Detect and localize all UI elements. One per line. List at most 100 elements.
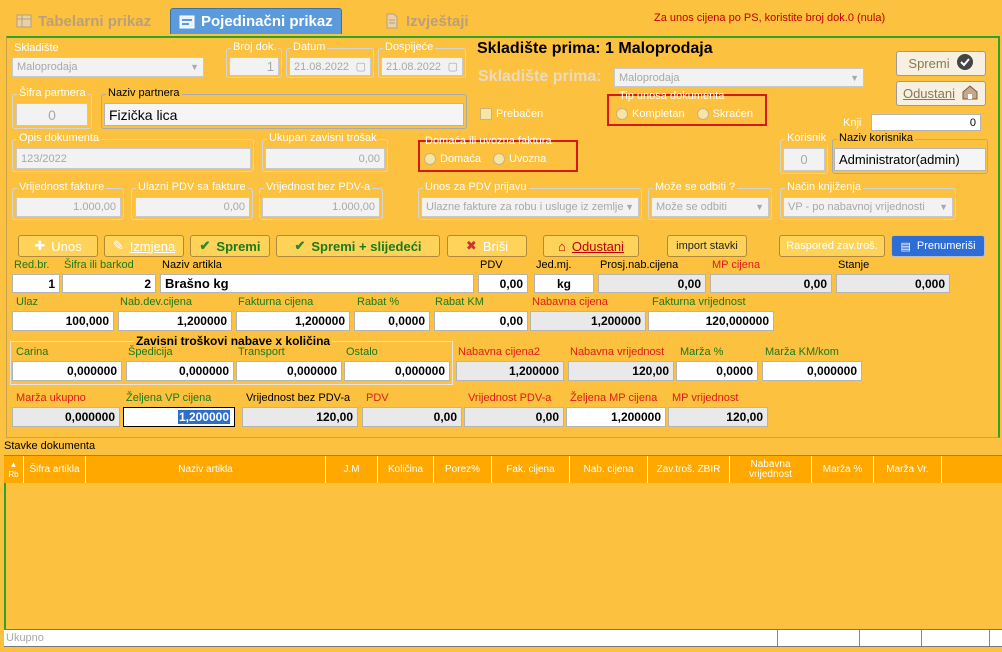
tab-pojedinacni-prikaz[interactable]: Pojedinačni prikaz [170, 8, 342, 34]
fakt-vr-field[interactable]: 120,000000 [648, 311, 774, 331]
marza-km-field[interactable]: 0,000000 [762, 361, 862, 381]
col-sifra[interactable]: Šifra artikla [24, 456, 86, 483]
sifra-field[interactable]: 2 [62, 274, 156, 293]
korisnik-field[interactable]: 0 [783, 148, 825, 171]
table-icon [16, 13, 32, 29]
grid-body[interactable] [4, 483, 1002, 629]
grid-header: ▲ Rb Šifra artikla Naziv artikla J.M Koli… [4, 455, 1002, 483]
house-icon: ⌂ [558, 238, 566, 254]
ps-notice: Za unos cijena po PS, koristite broj dok… [654, 12, 886, 24]
raspored-button[interactable]: Raspored zav.troš. [779, 235, 885, 257]
col-marza-pct[interactable]: Marža % [812, 456, 874, 483]
domaca-radio[interactable]: Domaća [424, 153, 481, 165]
rabat-km-label: Rabat KM [435, 296, 484, 308]
mp-cijena-label: MP cijena [712, 259, 761, 271]
col-kolicina[interactable]: Količina [378, 456, 434, 483]
spedicija-field[interactable]: 0,000000 [126, 361, 234, 381]
knji-field[interactable]: 0 [871, 114, 981, 131]
pdv2-label: PDV [366, 392, 389, 404]
import-stavki-button[interactable]: import stavki [667, 235, 747, 257]
col-zav-tros[interactable]: Zav.troš. ZBIR [648, 456, 730, 483]
carina-field[interactable]: 0,000000 [12, 361, 122, 381]
header-save-button[interactable]: Spremi [896, 51, 986, 76]
tab-tabelarni-prikaz[interactable]: Tabelarni prikaz [8, 8, 159, 34]
rabat-pct-field[interactable]: 0,0000 [354, 311, 430, 331]
col-fak-cijena[interactable]: Fak. cijena [492, 456, 570, 483]
marza-km-label: Marža KM/kom [765, 346, 839, 358]
transport-field[interactable]: 0,000000 [236, 361, 342, 381]
unos-pdv-select[interactable]: Ulazne fakture za robu i usluge iz zemlj… [421, 197, 639, 217]
naziv-korisnika-field[interactable]: Administrator(admin) [834, 148, 986, 171]
naziv-partnera-field[interactable]: Fizička lica [104, 103, 464, 126]
brisi-button[interactable]: ✖ Briši [447, 235, 527, 257]
sort-indicator-icon[interactable]: ▲ Rb [4, 456, 24, 483]
kompletan-radio[interactable]: Kompletan [616, 108, 685, 120]
form-icon [179, 14, 195, 30]
pdv-field[interactable]: 0,00 [478, 274, 528, 293]
totals-label: Ukupno [4, 630, 778, 646]
jm-field[interactable]: kg [534, 274, 594, 293]
nab-dev-field[interactable]: 1,200000 [118, 311, 232, 331]
prebacen-checkbox[interactable]: Prebačen [480, 108, 543, 120]
odustani-button[interactable]: ⌂ Odustani [543, 235, 639, 257]
document-icon [384, 13, 400, 29]
ukupan-field[interactable]: 0,00 [265, 148, 385, 169]
zelj-mp-label: Željena MP cijena [570, 392, 658, 404]
dospijece-field[interactable]: 21.08.2022 ▢ [381, 57, 463, 76]
tip-unosa-radios: Kompletan Skraćen [616, 108, 753, 120]
nab-vr-label: Nabavna vrijednost [570, 346, 665, 358]
moze-select[interactable]: Može se odbiti ▼ [651, 197, 769, 217]
rabat-pct-label: Rabat % [357, 296, 400, 308]
izmjena-button[interactable]: ✎ Izmjena [104, 235, 184, 257]
col-nab-cijena[interactable]: Nab. cijena [570, 456, 648, 483]
sklad-prima-select[interactable]: Maloprodaja ▼ [614, 68, 864, 87]
header-cancel-button[interactable]: Odustani [896, 81, 986, 106]
pencil-icon: ✎ [112, 238, 124, 253]
vr-fakt-field[interactable]: 1.000,00 [16, 197, 121, 217]
spremi-sljedeci-button[interactable]: ✔ Spremi + slijedeći [276, 235, 440, 257]
vr-pdv-field: 0,00 [464, 407, 564, 427]
marza-pct-field[interactable]: 0,0000 [676, 361, 758, 381]
calendar-icon[interactable]: ▢ [448, 60, 458, 73]
chevron-down-icon: ▼ [755, 202, 764, 212]
skladiste-select[interactable]: Maloprodaja ▼ [12, 57, 204, 77]
check-icon: ✔ [199, 238, 211, 253]
ulaz-label: Ulaz [16, 296, 39, 308]
skracen-radio[interactable]: Skraćen [696, 108, 753, 120]
col-jm[interactable]: J.M [326, 456, 378, 483]
uvozna-radio[interactable]: Uvozna [492, 153, 546, 165]
chevron-down-icon: ▼ [939, 202, 948, 212]
sifra-partnera-field[interactable]: 0 [16, 103, 88, 126]
zelj-vp-field[interactable]: 1,200000 [123, 407, 235, 427]
prenumerisi-button[interactable]: ▤ Prenumeriši [891, 235, 985, 257]
fakt-cijena-field[interactable]: 1,200000 [236, 311, 350, 331]
tab-izvjestaji[interactable]: Izvještaji [376, 8, 477, 34]
ulaz-field[interactable]: 100,000 [12, 311, 114, 331]
red-br-field[interactable]: 1 [12, 274, 60, 293]
broj-dok-field[interactable]: 1 [229, 57, 279, 76]
col-porez[interactable]: Porez% [434, 456, 492, 483]
unos-button[interactable]: ✚ Unos [18, 235, 98, 257]
col-naziv[interactable]: Naziv artikla [86, 456, 326, 483]
col-nab-vr[interactable]: Nabavna vrijednost [730, 456, 812, 483]
knji-label: Knji [843, 117, 862, 129]
rabat-km-field[interactable]: 0,00 [434, 311, 528, 331]
vr-bez-field[interactable]: 1.000,00 [262, 197, 380, 217]
checkbox-icon [480, 108, 492, 120]
pdv2-field: 0,00 [362, 407, 462, 427]
datum-field[interactable]: 21.08.2022 ▢ [289, 57, 371, 76]
zelj-mp-field[interactable]: 1,200000 [566, 407, 666, 427]
spremi-button[interactable]: ✔ Spremi [190, 235, 270, 257]
ostalo-field[interactable]: 0,000000 [344, 361, 450, 381]
nabavna-cijena-label: Nabavna cijena [532, 296, 608, 308]
totals-row: Ukupno [4, 629, 1002, 647]
calendar-icon[interactable]: ▢ [356, 60, 366, 73]
zelj-vp-label: Željena VP cijena [126, 392, 212, 404]
tab-bar: Tabelarni prikaz Pojedinačni prikaz Izvj… [0, 0, 1002, 36]
skladiste-label: Skladište [14, 42, 59, 54]
naziv-artikla-field[interactable]: Brašno kg [160, 274, 474, 293]
ulazni-pdv-field[interactable]: 0,00 [135, 197, 250, 217]
opis-field[interactable]: 123/2022 [16, 148, 251, 169]
nacin-select[interactable]: VP - po nabavnoj vrijednosti ▼ [783, 197, 953, 217]
col-marza-vr[interactable]: Marža Vr. [874, 456, 942, 483]
